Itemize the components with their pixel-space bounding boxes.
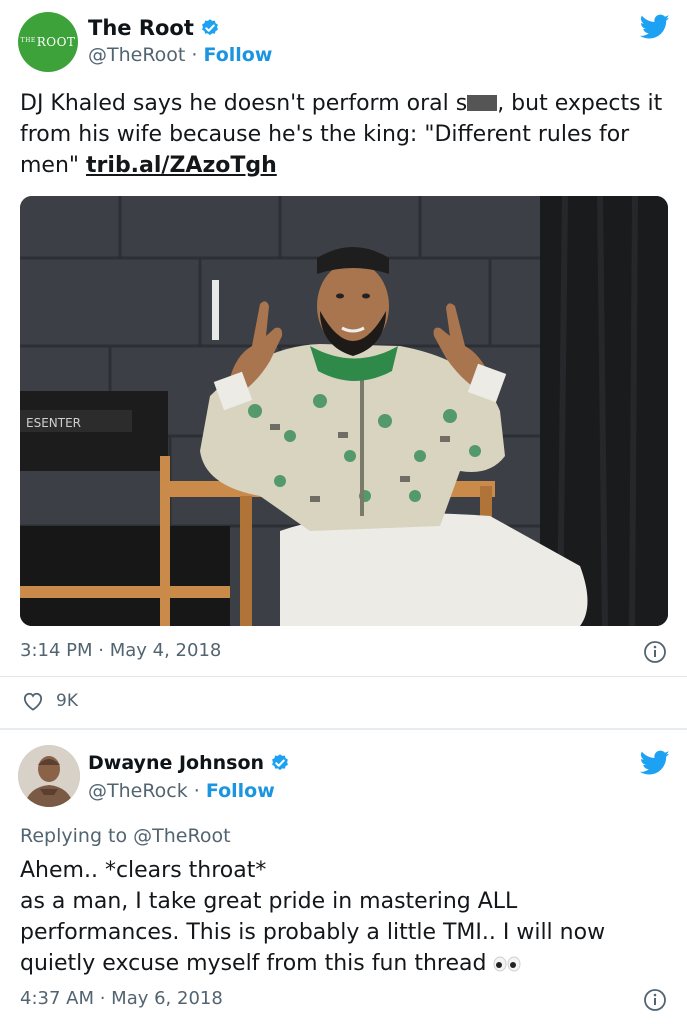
author-name[interactable]: The Root [88,16,194,40]
like-count: 9K [56,691,78,711]
tweet-text-content: Ahem.. *clears throat* as a man, I take … [20,858,606,976]
eyes-emoji-icon [493,956,521,972]
separator: · [185,44,204,66]
info-icon[interactable] [643,640,667,664]
heart-icon [23,692,43,711]
tweet-separator [0,728,687,730]
tweet-time: 3:14 PM [20,640,93,661]
tweet-date: May 4, 2018 [109,640,222,661]
info-icon[interactable] [643,988,667,1012]
censor-block [467,95,498,111]
the-root-logo: THEROOT [20,35,76,49]
tweet-date: May 6, 2018 [111,988,223,1009]
author-handle[interactable]: @TheRoot [88,44,185,66]
replying-to[interactable]: Replying to @TheRoot [20,825,231,847]
chair-text: ESENTER [26,416,81,430]
like-button[interactable]: 9K [22,691,78,711]
separator: · [187,780,206,802]
tweet-photo[interactable]: ESENTER [20,196,668,626]
author-handle[interactable]: @TheRock [88,780,188,802]
tweet-text-part1: DJ Khaled says he doesn't perform oral s [20,91,468,116]
avatar-dwayne-johnson[interactable] [18,745,80,807]
tweet-timestamp[interactable]: 3:14 PM · May 4, 2018 [20,640,221,661]
tweet-text: Ahem.. *clears throat* as a man, I take … [20,855,675,979]
author-name-row[interactable]: The Root [88,16,220,40]
follow-button[interactable]: Follow [204,44,273,66]
tweet-text: DJ Khaled says he doesn't perform oral s… [20,88,670,181]
photo-illustration: ESENTER [20,196,668,626]
author-name-row[interactable]: Dwayne Johnson [88,752,290,774]
handle-row: @TheRoot · Follow [88,44,272,66]
avatar-the-root[interactable]: THEROOT [18,12,78,72]
tweet-link[interactable]: trib.al/ZAzoTgh [86,153,277,178]
twitter-bird-icon[interactable] [640,750,670,776]
verified-badge-icon [272,754,288,771]
divider [0,676,687,677]
author-name[interactable]: Dwayne Johnson [88,752,264,774]
avatar-photo [18,745,80,807]
twitter-bird-icon[interactable] [640,14,670,40]
verified-badge-icon [201,19,218,36]
follow-button[interactable]: Follow [206,780,275,802]
tweet-timestamp[interactable]: 4:37 AM · May 6, 2018 [20,988,223,1009]
tweet-time: 4:37 AM [20,988,94,1009]
handle-row: @TheRock · Follow [88,780,275,802]
